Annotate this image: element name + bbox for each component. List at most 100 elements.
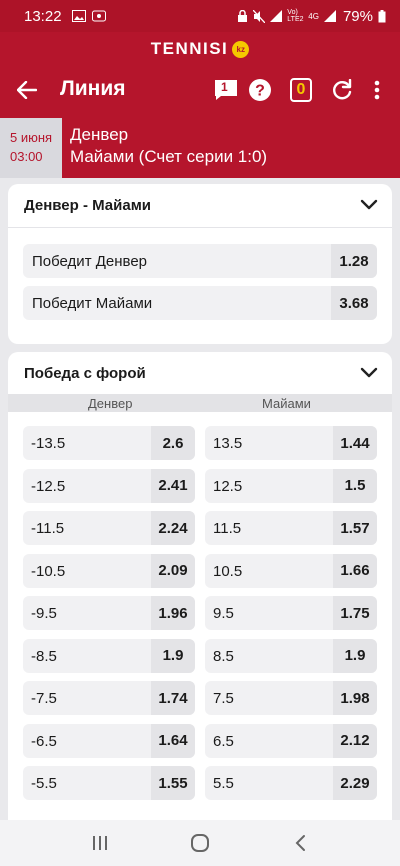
handicap-odds[interactable]: 1.64 bbox=[151, 723, 195, 758]
handicap-market-header[interactable]: Победа с форой bbox=[8, 352, 392, 396]
handicap-odds[interactable]: 2.09 bbox=[151, 553, 195, 588]
handicap-line: -8.5 bbox=[31, 647, 57, 665]
handicap-cell-left[interactable]: -13.5 2.6 bbox=[23, 426, 195, 460]
handicap-odds[interactable]: 1.9 bbox=[151, 638, 195, 673]
brand-name: TENNISI bbox=[150, 39, 229, 58]
handicap-line: 6.5 bbox=[213, 732, 234, 750]
handicap-odds[interactable]: 1.9 bbox=[333, 638, 377, 673]
more-menu-button[interactable] bbox=[363, 76, 391, 104]
outcome-row[interactable]: Победит Денвер 1.28 bbox=[23, 244, 377, 278]
brand-kz-badge: kz bbox=[232, 40, 250, 58]
handicap-odds[interactable]: 1.55 bbox=[151, 766, 195, 800]
handicap-market-title: Победа с форой bbox=[24, 365, 146, 382]
handicap-cell-left[interactable]: -10.5 2.09 bbox=[23, 553, 195, 588]
handicap-cell-right[interactable]: 9.5 1.75 bbox=[205, 596, 377, 630]
handicap-odds[interactable]: 2.24 bbox=[151, 511, 195, 545]
outcome-odds[interactable]: 3.68 bbox=[331, 286, 377, 320]
lock-icon bbox=[238, 9, 248, 22]
handicap-cell-left[interactable]: -9.5 1.96 bbox=[23, 596, 195, 630]
handicap-line: 7.5 bbox=[213, 690, 234, 707]
event-date: 5 июня bbox=[10, 130, 53, 145]
bet-slip-button[interactable]: 0 bbox=[287, 76, 315, 104]
handicap-cell-right[interactable]: 5.5 2.29 bbox=[205, 766, 377, 800]
signal-icon-1 bbox=[270, 10, 283, 22]
battery-icon bbox=[378, 9, 386, 22]
signal-icon-2 bbox=[323, 10, 336, 22]
handicap-cell-right[interactable]: 7.5 1.98 bbox=[205, 681, 377, 715]
winner-market-title: Денвер - Майами bbox=[24, 197, 152, 214]
winner-market-card: Денвер - Майами Победит Денвер 1.28 Побе… bbox=[8, 184, 392, 344]
handicap-line: -13.5 bbox=[31, 435, 66, 452]
page-title: Линия bbox=[60, 77, 126, 100]
handicap-line: -9.5 bbox=[31, 605, 57, 622]
handicap-line: 9.5 bbox=[213, 605, 234, 622]
nav-back-button[interactable] bbox=[280, 823, 320, 863]
event-teams: Денвер Майами (Счет серии 1:0) bbox=[70, 124, 267, 168]
handicap-cell-right[interactable]: 8.5 1.9 bbox=[205, 638, 377, 673]
handicap-odds[interactable]: 2.29 bbox=[333, 766, 377, 800]
handicap-odds[interactable]: 1.98 bbox=[333, 681, 377, 715]
handicap-cell-right[interactable]: 13.5 1.44 bbox=[205, 426, 377, 460]
back-arrow-icon bbox=[17, 81, 37, 99]
status-time: 13:22 bbox=[24, 7, 62, 25]
refresh-button[interactable] bbox=[328, 76, 356, 104]
help-button[interactable]: ? bbox=[246, 76, 274, 104]
mute-icon bbox=[253, 9, 266, 23]
system-nav-bar bbox=[0, 820, 400, 866]
handicap-odds[interactable]: 1.44 bbox=[333, 426, 377, 460]
handicap-cell-left[interactable]: -5.5 1.55 bbox=[23, 766, 195, 800]
gallery-icon bbox=[71, 10, 86, 22]
bet-slip-count: 0 bbox=[290, 78, 312, 102]
handicap-cell-left[interactable]: -6.5 1.64 bbox=[23, 723, 195, 758]
handicap-odds[interactable]: 1.74 bbox=[151, 681, 195, 715]
back-button[interactable] bbox=[14, 77, 40, 103]
volte-label: Vo) LTE2 bbox=[287, 9, 304, 23]
handicap-cell-left[interactable]: -7.5 1.74 bbox=[23, 681, 195, 715]
handicap-odds[interactable]: 2.41 bbox=[151, 468, 195, 503]
event-datetime: 5 июня 03:00 bbox=[0, 118, 62, 178]
handicap-row: -9.5 1.96 9.5 1.75 bbox=[23, 596, 377, 630]
handicap-cell-left[interactable]: -11.5 2.24 bbox=[23, 511, 195, 545]
handicap-odds[interactable]: 1.66 bbox=[333, 553, 377, 588]
handicap-row: -5.5 1.55 5.5 2.29 bbox=[23, 766, 377, 800]
handicap-row: -6.5 1.64 6.5 2.12 bbox=[23, 723, 377, 758]
home-button[interactable] bbox=[180, 823, 220, 863]
handicap-row: -10.5 2.09 10.5 1.66 bbox=[23, 553, 377, 588]
winner-market-header[interactable]: Денвер - Майами bbox=[8, 184, 392, 228]
handicap-row: -13.5 2.6 13.5 1.44 bbox=[23, 426, 377, 460]
event-info: 5 июня 03:00 Денвер Майами (Счет серии 1… bbox=[0, 118, 400, 178]
handicap-line: -5.5 bbox=[31, 775, 57, 792]
column-label-left: Денвер bbox=[88, 396, 133, 411]
handicap-line: -11.5 bbox=[31, 520, 65, 537]
network-label: 4G bbox=[308, 11, 319, 21]
handicap-market-card: Победа с форой Денвер Майами -13.5 2.6 13.… bbox=[8, 352, 392, 866]
status-bar: 13:22 Vo) LTE2 4G 79% bbox=[0, 0, 400, 32]
card-divider bbox=[8, 227, 392, 228]
more-vertical-icon bbox=[374, 80, 380, 100]
handicap-cell-right[interactable]: 10.5 1.66 bbox=[205, 553, 377, 588]
chat-button[interactable]: 1 bbox=[212, 76, 240, 104]
event-team2: Майами (Счет серии 1:0) bbox=[70, 147, 268, 166]
handicap-cell-right[interactable]: 6.5 2.12 bbox=[205, 723, 377, 758]
handicap-odds[interactable]: 1.5 bbox=[333, 468, 377, 503]
handicap-row: -11.5 2.24 11.5 1.57 bbox=[23, 511, 377, 545]
handicap-row: -8.5 1.9 8.5 1.9 bbox=[23, 638, 377, 673]
recent-apps-button[interactable] bbox=[80, 823, 120, 863]
svg-text:?: ? bbox=[255, 83, 265, 100]
handicap-line: 10.5 bbox=[213, 562, 243, 580]
outcome-odds[interactable]: 1.28 bbox=[331, 244, 377, 278]
handicap-odds[interactable]: 2.6 bbox=[151, 426, 195, 460]
handicap-odds[interactable]: 1.75 bbox=[333, 596, 377, 630]
home-icon bbox=[191, 834, 209, 852]
handicap-odds[interactable]: 1.96 bbox=[151, 596, 195, 630]
handicap-line: -6.5 bbox=[31, 732, 57, 750]
handicap-cell-right[interactable]: 12.5 1.5 bbox=[205, 468, 377, 503]
handicap-odds[interactable]: 1.57 bbox=[333, 511, 377, 545]
handicap-cell-left[interactable]: -12.5 2.41 bbox=[23, 468, 195, 503]
handicap-odds[interactable]: 2.12 bbox=[333, 723, 377, 758]
handicap-cell-right[interactable]: 11.5 1.57 bbox=[205, 511, 377, 545]
outcome-row[interactable]: Победит Майами 3.68 bbox=[23, 286, 377, 320]
toolbar: Линия 1 ? 0 bbox=[0, 72, 400, 108]
recent-apps-icon bbox=[93, 836, 107, 850]
handicap-cell-left[interactable]: -8.5 1.9 bbox=[23, 638, 195, 673]
